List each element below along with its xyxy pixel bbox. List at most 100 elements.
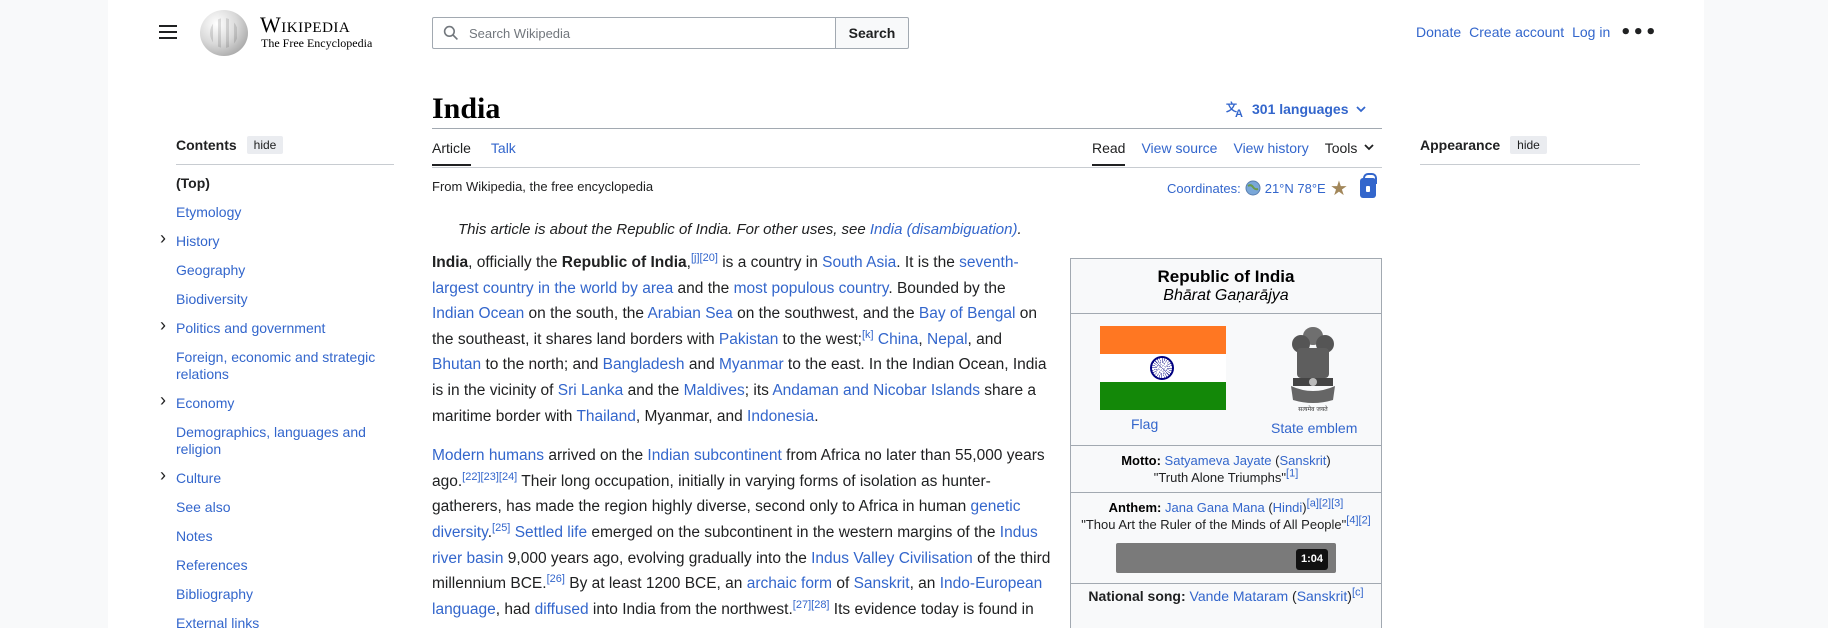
ref-link[interactable]: [22] — [462, 471, 480, 483]
chevron-right-icon[interactable]: › — [160, 316, 166, 334]
flag-caption[interactable]: Flag — [1131, 416, 1158, 432]
coordinates-label[interactable]: Coordinates: — [1167, 181, 1241, 196]
ref-link[interactable]: [28] — [811, 599, 829, 611]
wikipedia-globe-logo[interactable] — [200, 10, 248, 56]
ref-link[interactable]: [26] — [547, 573, 565, 585]
create-account-link[interactable]: Create account — [1469, 24, 1564, 40]
ref-link[interactable]: [23] — [481, 471, 499, 483]
toc-item[interactable]: (Top) — [176, 175, 394, 192]
toc-item[interactable]: Biodiversity — [176, 291, 394, 308]
link-china[interactable]: China — [878, 331, 919, 348]
toc-item[interactable]: External links — [176, 615, 394, 628]
search-input[interactable] — [469, 18, 829, 48]
ref-link[interactable]: [27] — [793, 599, 811, 611]
ref-link[interactable]: [20] — [700, 252, 718, 264]
chevron-right-icon[interactable]: › — [160, 391, 166, 409]
search-icon — [443, 25, 458, 40]
tab-read[interactable]: Read — [1092, 140, 1126, 166]
tab-article[interactable]: Article — [432, 140, 471, 166]
toc-item[interactable]: Geography — [176, 262, 394, 279]
anthem-language-link[interactable]: Hindi — [1273, 500, 1303, 515]
link-indonesia[interactable]: Indonesia — [747, 408, 814, 425]
lock-icon[interactable] — [1360, 173, 1377, 198]
toc-item[interactable]: Demographics, languages and religion — [176, 424, 394, 458]
coordinates-value[interactable]: 21°N 78°E — [1265, 181, 1326, 196]
link-indo-european[interactable]: Indo-European language — [432, 575, 1042, 618]
toc-item[interactable]: Notes — [176, 528, 394, 545]
anthem-link[interactable]: Jana Gana Mana — [1165, 500, 1265, 515]
site-subtitle: From Wikipedia, the free encyclopedia — [432, 179, 654, 194]
motto-refs[interactable]: [1] — [1286, 468, 1298, 480]
link-sanskrit[interactable]: Sanskrit — [854, 575, 910, 592]
emblem-caption[interactable]: State emblem — [1271, 420, 1357, 436]
link-indus-valley[interactable]: Indus Valley Civilisation — [811, 550, 973, 567]
anthem-audio-player[interactable]: 1:04 — [1116, 543, 1336, 573]
ref-link[interactable]: [24] — [499, 471, 517, 483]
toc-item-label: Economy — [176, 395, 235, 411]
link-bangladesh[interactable]: Bangladesh — [603, 356, 685, 373]
audio-duration: 1:04 — [1295, 549, 1328, 570]
link-indian-subcontinent[interactable]: Indian subcontinent — [647, 447, 781, 464]
link-indian-ocean[interactable]: Indian Ocean — [432, 305, 524, 322]
link-sri-lanka[interactable]: Sri Lanka — [558, 382, 623, 399]
link-nepal[interactable]: Nepal — [927, 331, 968, 348]
anthem-refs[interactable]: [a][2][3] — [1307, 498, 1344, 510]
toc-item[interactable]: › History — [160, 229, 394, 250]
link-diffused[interactable]: diffused — [535, 601, 589, 618]
more-options-icon[interactable]: ••• — [1620, 22, 1658, 43]
anthem-translation-refs[interactable]: [4][2] — [1346, 515, 1370, 527]
wikipedia-wordmark[interactable]: Wikipedia — [260, 12, 350, 38]
toc-hide-button[interactable]: hide — [246, 136, 284, 154]
toc-item-label: Culture — [176, 470, 222, 486]
link-settled-life[interactable]: Settled life — [515, 524, 587, 541]
page-title: India — [432, 92, 501, 125]
link-pakistan[interactable]: Pakistan — [719, 331, 778, 348]
ref-link[interactable]: [k] — [862, 329, 874, 341]
tab-view-source[interactable]: View source — [1141, 140, 1217, 166]
chevron-right-icon[interactable]: › — [160, 466, 166, 484]
search-button[interactable]: Search — [835, 17, 909, 49]
link-most-populous[interactable]: most populous country — [734, 280, 889, 297]
song-language-link[interactable]: Sanskrit — [1297, 588, 1348, 604]
link-thailand[interactable]: Thailand — [576, 408, 635, 425]
toc-item-label: (Top) — [176, 175, 210, 191]
link-andaman[interactable]: Andaman and Nicobar Islands — [772, 382, 980, 399]
donate-link[interactable]: Donate — [1416, 24, 1461, 40]
toc-item[interactable]: Foreign, economic and strategic relation… — [176, 349, 394, 383]
language-button[interactable]: 文 A 301 languages — [1226, 100, 1367, 118]
song-refs[interactable]: [c] — [1352, 586, 1364, 598]
disambiguation-link[interactable]: India (disambiguation) — [870, 221, 1018, 238]
toc-item[interactable]: › Culture — [160, 466, 394, 487]
tab-talk[interactable]: Talk — [491, 140, 516, 166]
motto-language-link[interactable]: Sanskrit — [1279, 453, 1326, 468]
link-bay-of-bengal[interactable]: Bay of Bengal — [919, 305, 1016, 322]
state-emblem-image[interactable]: सत्यमेव जयते — [1283, 322, 1343, 412]
toc-item[interactable]: Etymology — [176, 204, 394, 221]
log-in-link[interactable]: Log in — [1572, 24, 1610, 40]
motto-translation: "Truth Alone Triumphs" — [1153, 470, 1287, 485]
toc-item[interactable]: References — [176, 557, 394, 574]
appearance-hide-button[interactable]: hide — [1510, 136, 1547, 154]
toc-item-label: External links — [176, 615, 260, 628]
tools-menu[interactable]: Tools — [1325, 140, 1376, 166]
main-menu-icon[interactable] — [156, 20, 180, 44]
tab-view-history[interactable]: View history — [1233, 140, 1308, 166]
link-arabian-sea[interactable]: Arabian Sea — [647, 305, 732, 322]
link-archaic-form[interactable]: archaic form — [747, 575, 832, 592]
song-link[interactable]: Vande Mataram — [1190, 588, 1289, 604]
link-myanmar[interactable]: Myanmar — [719, 356, 784, 373]
link-modern-humans[interactable]: Modern humans — [432, 447, 544, 464]
ref-link[interactable]: [25] — [492, 522, 510, 534]
toc-item[interactable]: See also — [176, 499, 394, 516]
link-bhutan[interactable]: Bhutan — [432, 356, 481, 373]
link-maldives[interactable]: Maldives — [684, 382, 745, 399]
chevron-right-icon[interactable]: › — [160, 229, 166, 247]
link-seventh-largest[interactable]: seventh-largest country in the world by … — [432, 254, 1019, 297]
link-south-asia[interactable]: South Asia — [822, 254, 896, 271]
motto-link[interactable]: Satyameva Jayate — [1165, 453, 1272, 468]
toc-item[interactable]: › Politics and government — [160, 316, 394, 337]
toc-item[interactable]: Bibliography — [176, 586, 394, 603]
toc-item[interactable]: › Economy — [160, 391, 394, 412]
flag-of-india-image[interactable] — [1100, 326, 1226, 410]
ref-link[interactable]: [j] — [691, 252, 700, 264]
